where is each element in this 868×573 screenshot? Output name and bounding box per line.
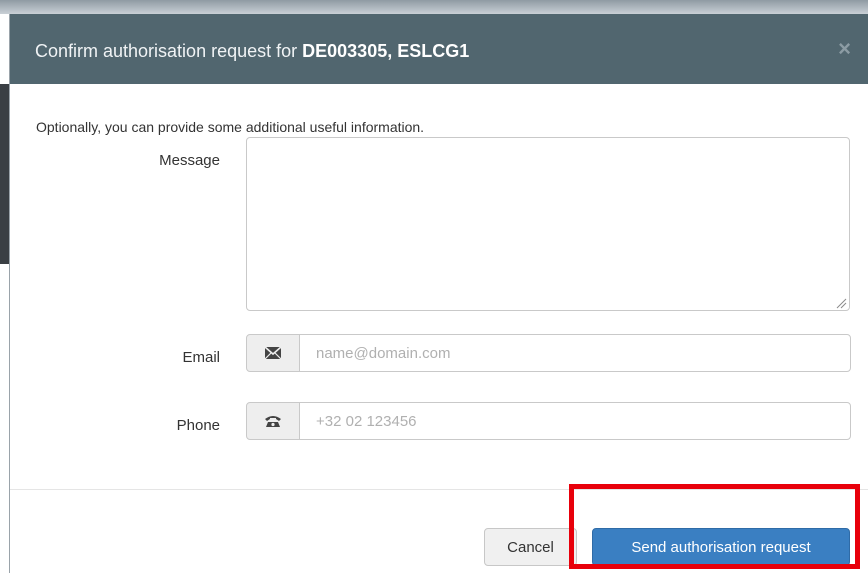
message-label: Message: [159, 152, 220, 169]
highlight-annotation: [569, 484, 860, 569]
dialog-title-subject: DE003305, ESLCG1: [302, 41, 470, 61]
dialog-title-prefix: Confirm authorisation request for: [35, 41, 303, 61]
email-field[interactable]: [299, 334, 851, 372]
phone-field[interactable]: [299, 402, 851, 440]
resize-grip-icon[interactable]: [835, 297, 847, 309]
email-label: Email: [182, 349, 220, 366]
phone-input-group: [246, 402, 851, 440]
close-icon[interactable]: ×: [838, 38, 851, 60]
dialog-header: Confirm authorisation request for DE0033…: [10, 14, 868, 84]
message-textarea[interactable]: [246, 137, 850, 311]
cancel-button[interactable]: Cancel: [484, 528, 577, 566]
intro-text: Optionally, you can provide some additio…: [36, 119, 425, 135]
telephone-icon: [246, 402, 300, 440]
email-input-group: [246, 334, 851, 372]
page-backdrop: [0, 0, 868, 14]
envelope-icon: [246, 334, 300, 372]
dialog-title: Confirm authorisation request for DE0033…: [35, 40, 469, 62]
phone-label: Phone: [176, 417, 220, 434]
